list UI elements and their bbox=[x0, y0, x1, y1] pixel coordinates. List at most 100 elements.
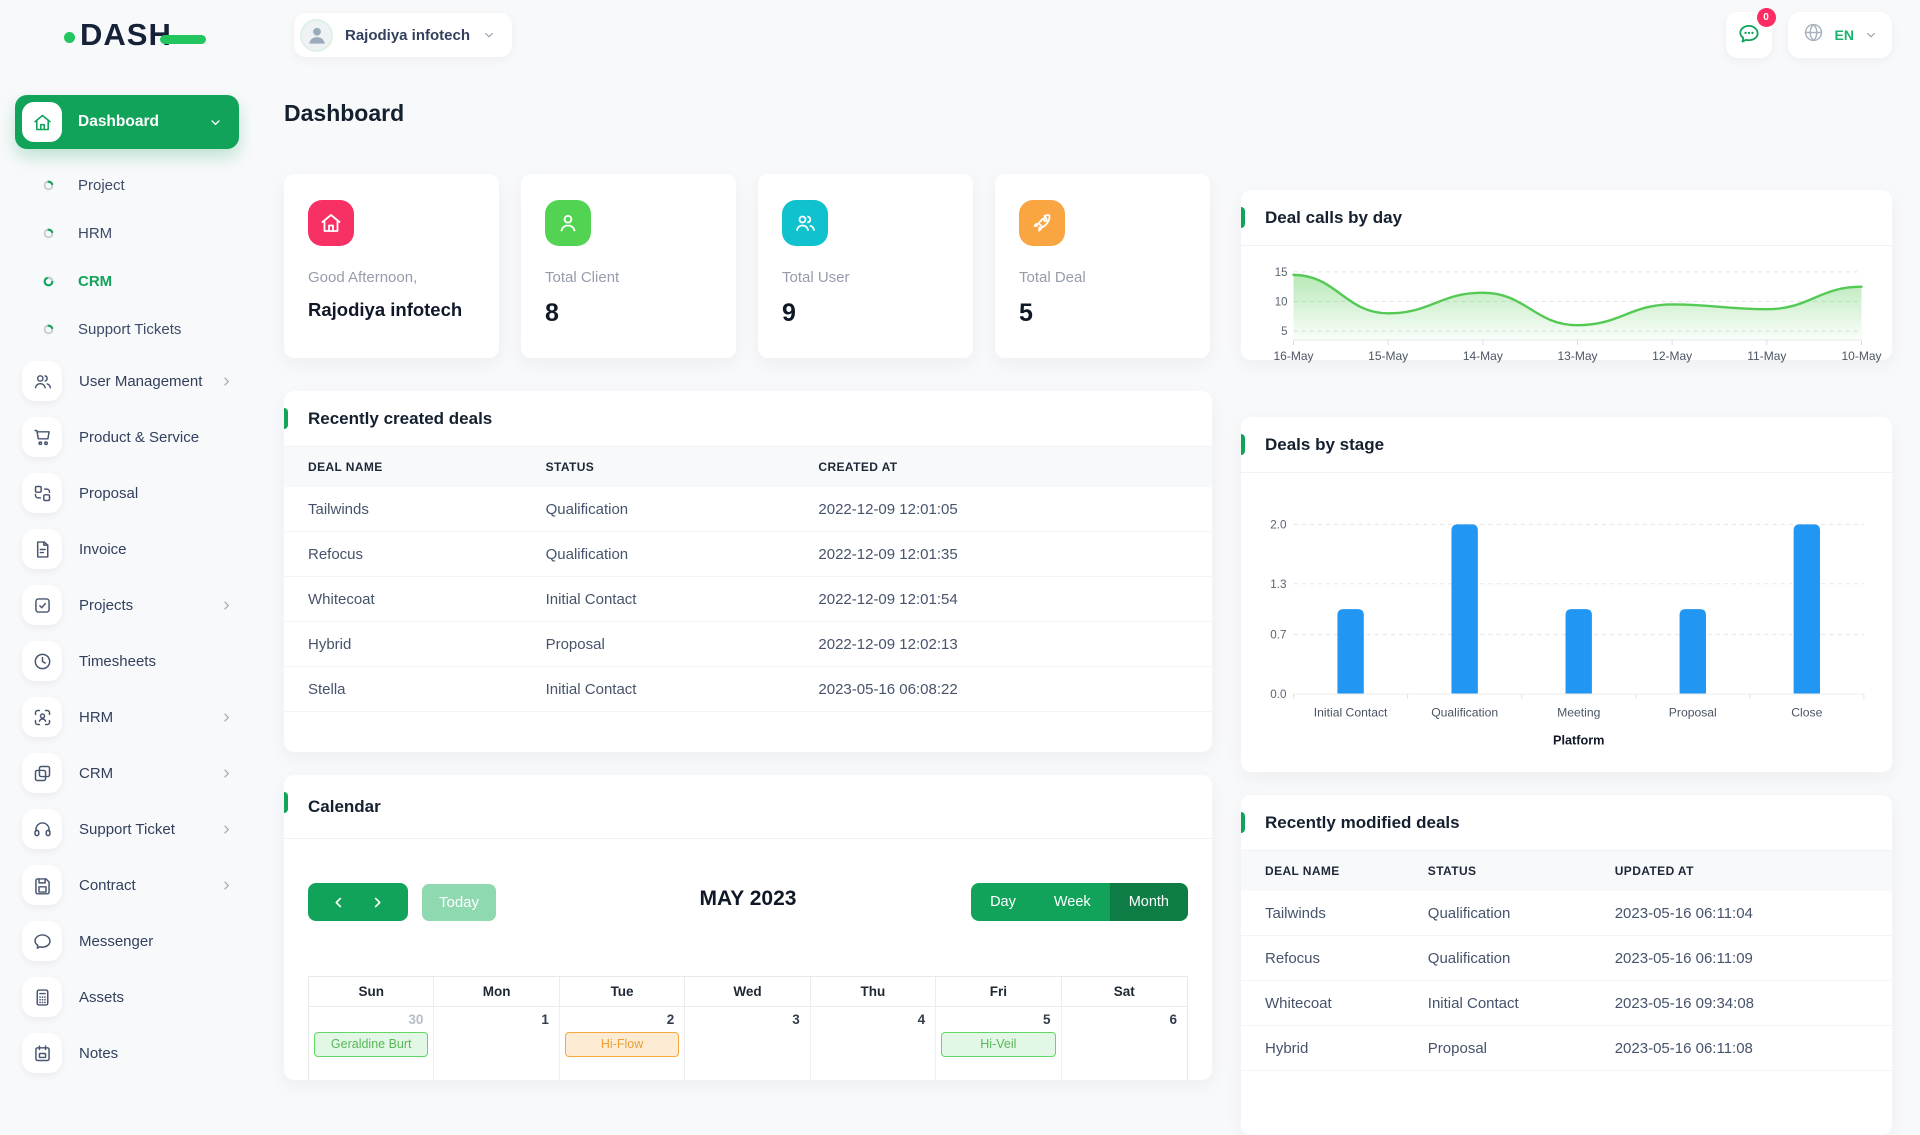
chevron-down-icon bbox=[1864, 28, 1878, 42]
svg-text:12-May: 12-May bbox=[1652, 349, 1692, 363]
messages-button[interactable]: 0 bbox=[1726, 12, 1772, 58]
sidebar-item-timesheets[interactable]: Timesheets bbox=[15, 637, 239, 685]
sidebar-item-invoice[interactable]: Invoice bbox=[15, 525, 239, 573]
proposal-icon bbox=[32, 483, 53, 504]
calendar-event[interactable]: Geraldine Burt bbox=[314, 1032, 428, 1057]
table-row: RefocusQualification2023-05-16 06:11:09 bbox=[1241, 936, 1892, 981]
sidebar-subitem-label: Support Tickets bbox=[78, 321, 181, 338]
person-icon bbox=[304, 22, 330, 48]
calendar-day-header: Sat bbox=[1062, 977, 1187, 1007]
sidebar-item-product-service[interactable]: Product & Service bbox=[15, 413, 239, 461]
sidebar-item-hrm[interactable]: HRM bbox=[15, 693, 239, 741]
svg-text:0.0: 0.0 bbox=[1270, 688, 1287, 701]
table-cell: 2023-05-16 06:11:08 bbox=[1615, 1040, 1868, 1057]
sidebar-item-messenger[interactable]: Messenger bbox=[15, 917, 239, 965]
table-cell: Qualification bbox=[546, 546, 819, 563]
stat-card-total-deal: Total Deal5 bbox=[995, 174, 1210, 358]
calendar-nav-group bbox=[308, 883, 408, 921]
calendar-cell: 1 bbox=[434, 1007, 559, 1080]
column-header: STATUS bbox=[1428, 864, 1615, 878]
user-icon bbox=[545, 200, 591, 246]
calendar-today-button[interactable]: Today bbox=[422, 884, 496, 921]
sidebar-item-support-ticket[interactable]: Support Ticket bbox=[15, 805, 239, 853]
calendar-cell: 4 bbox=[811, 1007, 936, 1080]
table-cell: Hybrid bbox=[1265, 1040, 1428, 1057]
globe-icon bbox=[1802, 21, 1825, 49]
calendar-day-header: Tue bbox=[560, 977, 685, 1007]
sidebar-subitem-support-tickets[interactable]: Support Tickets bbox=[15, 305, 239, 353]
sidebar-item-label: Product & Service bbox=[79, 429, 199, 446]
table-footer bbox=[1241, 1071, 1892, 1111]
svg-text:10: 10 bbox=[1275, 297, 1288, 309]
sidebar-item-projects[interactable]: Projects bbox=[15, 581, 239, 629]
chevron-right-icon bbox=[220, 599, 233, 612]
table-cell: 2022-12-09 12:02:13 bbox=[818, 636, 1188, 653]
table-row: HybridProposal2023-05-16 06:11:08 bbox=[1241, 1026, 1892, 1071]
sidebar-item-dashboard[interactable]: Dashboard bbox=[15, 95, 239, 149]
table-cell: Stella bbox=[308, 681, 546, 698]
calendar-day-header: Wed bbox=[685, 977, 810, 1007]
svg-text:16-May: 16-May bbox=[1273, 349, 1313, 363]
sidebar-subitem-crm[interactable]: CRM bbox=[15, 257, 239, 305]
calendar-cell: 2Hi-Flow bbox=[560, 1007, 685, 1080]
column-header: STATUS bbox=[546, 460, 819, 474]
stat-card-total-user: Total User9 bbox=[758, 174, 973, 358]
stat-card-total-client: Total Client8 bbox=[521, 174, 736, 358]
home-icon bbox=[308, 200, 354, 246]
table-row: WhitecoatInitial Contact2022-12-09 12:01… bbox=[284, 577, 1212, 622]
chevron-down-icon bbox=[208, 115, 223, 130]
svg-text:Meeting: Meeting bbox=[1557, 705, 1600, 719]
sidebar-item-notes[interactable]: Notes bbox=[15, 1029, 239, 1077]
column-header: DEAL NAME bbox=[1265, 864, 1428, 878]
users-icon bbox=[782, 200, 828, 246]
stat-value: 5 bbox=[1019, 299, 1186, 328]
sidebar-item-proposal[interactable]: Proposal bbox=[15, 469, 239, 517]
table-cell: Tailwinds bbox=[1265, 905, 1428, 922]
company-selector[interactable]: Rajodiya infotech bbox=[294, 13, 512, 57]
sidebar-item-label: CRM bbox=[79, 765, 113, 782]
stat-label: Total Client bbox=[545, 269, 712, 286]
calendar-view-day[interactable]: Day bbox=[971, 883, 1035, 921]
table-header: DEAL NAMESTATUSCREATED AT bbox=[284, 447, 1212, 487]
table-cell: Refocus bbox=[308, 546, 546, 563]
calendar-day-header: Fri bbox=[936, 977, 1061, 1007]
sidebar-item-label: Notes bbox=[79, 1045, 118, 1062]
chevron-right-icon bbox=[370, 895, 385, 910]
sidebar-item-label: Invoice bbox=[79, 541, 127, 558]
calendar-view-month[interactable]: Month bbox=[1110, 883, 1188, 921]
sidebar-subitem-project[interactable]: Project bbox=[15, 161, 239, 209]
brand-logo[interactable]: DASH bbox=[0, 17, 252, 53]
clock-icon bbox=[32, 651, 53, 672]
svg-text:0.7: 0.7 bbox=[1270, 629, 1286, 642]
calendar-day-header: Thu bbox=[811, 977, 936, 1007]
table-cell: 2023-05-16 06:11:09 bbox=[1615, 950, 1868, 967]
calendar-cell: 6 bbox=[1062, 1007, 1187, 1080]
calendar-event[interactable]: Hi-Flow bbox=[565, 1032, 679, 1057]
sidebar-item-label: Assets bbox=[79, 989, 124, 1006]
table-cell: Initial Contact bbox=[1428, 995, 1615, 1012]
calendar-date: 5 bbox=[941, 1009, 1055, 1029]
svg-text:11-May: 11-May bbox=[1747, 349, 1786, 363]
calendar-date: 6 bbox=[1067, 1009, 1182, 1029]
language-selector[interactable]: EN bbox=[1788, 12, 1892, 58]
hrm-icon bbox=[32, 707, 53, 728]
logo-dash-icon bbox=[160, 35, 206, 44]
sidebar-item-user-management[interactable]: User Management bbox=[15, 357, 239, 405]
table-cell: Whitecoat bbox=[308, 591, 546, 608]
svg-text:Qualification: Qualification bbox=[1431, 705, 1498, 719]
calendar-toolbar: Today MAY 2023 DayWeekMonth bbox=[284, 839, 1212, 921]
stat-label: Good Afternoon, bbox=[308, 269, 475, 286]
stat-card-good-afternoon: Good Afternoon, Rajodiya infotech bbox=[284, 174, 499, 358]
sidebar-subitem-hrm[interactable]: HRM bbox=[15, 209, 239, 257]
stat-value: Rajodiya infotech bbox=[308, 299, 475, 321]
sidebar-subitem-label: HRM bbox=[78, 225, 112, 242]
sidebar-item-contract[interactable]: Contract bbox=[15, 861, 239, 909]
sidebar-item-crm[interactable]: CRM bbox=[15, 749, 239, 797]
rocket-icon bbox=[1030, 211, 1054, 235]
calendar-view-week[interactable]: Week bbox=[1035, 883, 1110, 921]
bullet-icon bbox=[43, 324, 54, 335]
calendar-prev-button[interactable] bbox=[331, 895, 346, 910]
calendar-event[interactable]: Hi-Veil bbox=[941, 1032, 1055, 1057]
sidebar-item-assets[interactable]: Assets bbox=[15, 973, 239, 1021]
calendar-next-button[interactable] bbox=[370, 895, 385, 910]
